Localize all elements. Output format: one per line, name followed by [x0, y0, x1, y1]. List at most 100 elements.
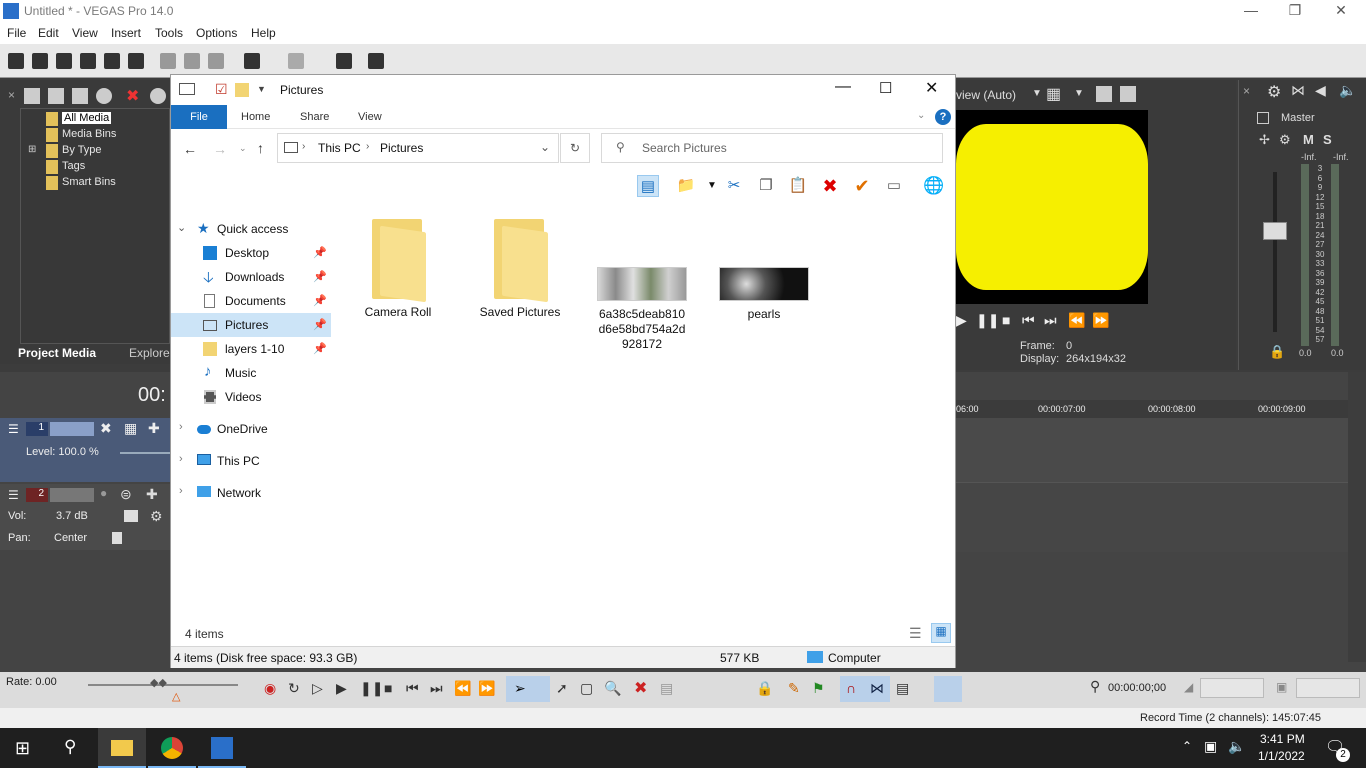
selection-start-field[interactable]: [1200, 678, 1264, 698]
region-icon[interactable]: ⚑: [812, 680, 825, 697]
menu-options[interactable]: Options: [196, 26, 237, 40]
gear-icon[interactable]: ⚙: [1279, 132, 1291, 148]
media-fx-icon[interactable]: [150, 88, 166, 104]
nav-downloads[interactable]: 🡣 Downloads 📌: [171, 265, 331, 289]
chevron-down-icon[interactable]: ▼: [701, 175, 723, 197]
nav-quick-access[interactable]: ⌄ ★ Quick access: [171, 217, 331, 241]
marker-icon[interactable]: ✎: [788, 680, 800, 697]
timecode-display[interactable]: 00:00:00;00: [1108, 682, 1166, 694]
loop-icon[interactable]: ↻: [288, 680, 300, 697]
arm-record-icon[interactable]: ●: [100, 486, 107, 500]
item-camera-roll[interactable]: Camera Roll: [343, 219, 453, 319]
track-menu-icon[interactable]: ☰: [8, 488, 19, 502]
taskbar-chrome[interactable]: [148, 728, 196, 768]
cut-icon[interactable]: ✂: [723, 175, 745, 197]
mute-speaker-icon[interactable]: 🔈: [1339, 82, 1356, 99]
stop-icon[interactable]: ■: [1002, 312, 1010, 328]
back-arrow-icon[interactable]: ←: [183, 141, 197, 157]
expand-icon[interactable]: ⊞: [28, 144, 36, 155]
preview-pane-icon[interactable]: ▤: [637, 175, 659, 197]
bypass-motion-blur-icon[interactable]: ✖: [100, 420, 112, 437]
restore-icon[interactable]: ❐: [1280, 2, 1310, 19]
expand-ribbon-icon[interactable]: ⌄: [917, 110, 925, 121]
tab-file[interactable]: File: [171, 105, 227, 129]
prev-frame-icon[interactable]: ⏮: [1022, 312, 1035, 329]
bin-tags[interactable]: Tags: [62, 160, 85, 172]
downmix-icon[interactable]: ⋈: [1291, 82, 1305, 99]
tab-view[interactable]: View: [358, 111, 382, 123]
next-frame-icon[interactable]: ⏭: [1044, 312, 1057, 329]
details-view-icon[interactable]: ☰: [909, 625, 922, 642]
pin-icon[interactable]: 📌: [313, 318, 327, 331]
envelope-tool-icon[interactable]: ➚: [556, 680, 568, 697]
taskbar-file-explorer[interactable]: [98, 728, 146, 768]
copy-snapshot-icon[interactable]: [1096, 86, 1112, 102]
render-icon[interactable]: [104, 53, 120, 69]
delete-icon[interactable]: ✖: [634, 678, 647, 698]
customize-toolbar-icon[interactable]: ▼: [257, 84, 266, 94]
close-icon[interactable]: ✕: [925, 78, 938, 98]
minimize-icon[interactable]: —: [1236, 2, 1266, 18]
prev-frame-icon[interactable]: ⏪: [454, 680, 471, 697]
folder-options-icon[interactable]: 📁: [675, 175, 697, 197]
trim-icon[interactable]: ▤: [660, 680, 673, 697]
mute-button[interactable]: M: [1303, 132, 1314, 147]
overlays-grid-icon[interactable]: ▦: [1046, 84, 1061, 104]
invert-phase-icon[interactable]: ⊜: [120, 486, 132, 503]
item-pearls[interactable]: pearls: [709, 267, 819, 321]
chevron-down-icon[interactable]: ▼: [1032, 88, 1042, 99]
rename-icon[interactable]: ▭: [883, 175, 905, 197]
clock-time[interactable]: 3:41 PM: [1260, 732, 1305, 746]
pin-icon[interactable]: 📌: [313, 246, 327, 259]
tab-share[interactable]: Share: [300, 111, 329, 123]
zoom-tool-icon[interactable]: 🔍: [604, 680, 621, 697]
pin-icon[interactable]: 📌: [313, 294, 327, 307]
remove-icon[interactable]: ✖: [126, 86, 139, 106]
forward-arrow-icon[interactable]: →: [213, 141, 227, 157]
open-icon[interactable]: [32, 53, 48, 69]
pause-icon[interactable]: ❚❚: [976, 312, 999, 329]
play-icon[interactable]: ▶: [956, 312, 967, 329]
track-motion-icon[interactable]: ▦: [124, 420, 137, 437]
nav-music[interactable]: ♪ Music: [171, 361, 331, 385]
address-bar[interactable]: › This PC › Pictures ⌄ ↻: [277, 133, 590, 163]
menu-edit[interactable]: Edit: [38, 26, 59, 40]
new-project-icon[interactable]: [8, 53, 24, 69]
get-media-icon[interactable]: [72, 88, 88, 104]
save-snapshot-icon[interactable]: [1120, 86, 1136, 102]
clock-date[interactable]: 1/1/2022: [1258, 749, 1305, 763]
tab-explorer[interactable]: Explorer: [129, 346, 174, 360]
track-name-field[interactable]: [50, 422, 94, 436]
globe-icon[interactable]: 🌐: [923, 175, 945, 197]
tab-home[interactable]: Home: [241, 111, 270, 123]
bin-media-bins[interactable]: Media Bins: [62, 128, 116, 140]
address-dropdown-icon[interactable]: ⌄: [540, 140, 550, 154]
refresh-button[interactable]: ↻: [560, 133, 590, 163]
expand-chevron-icon[interactable]: ›: [179, 485, 183, 497]
track-fx-icon[interactable]: ✚: [148, 420, 160, 437]
show-hidden-icons-icon[interactable]: ⌃: [1182, 739, 1192, 753]
minimize-icon[interactable]: —: [835, 78, 851, 96]
pause-icon[interactable]: ❚❚: [360, 680, 383, 697]
level-slider[interactable]: [120, 452, 170, 454]
save-icon[interactable]: [56, 53, 72, 69]
save-as-icon[interactable]: [80, 53, 96, 69]
undo-icon[interactable]: [244, 53, 260, 69]
stop-icon[interactable]: ■: [384, 680, 392, 696]
nav-onedrive[interactable]: › OneDrive: [171, 417, 331, 441]
bin-all-media[interactable]: All Media: [62, 112, 112, 124]
close-icon[interactable]: ✕: [1326, 2, 1356, 19]
vol-slider-handle[interactable]: [124, 510, 138, 522]
bin-smart-bins[interactable]: Smart Bins: [62, 176, 116, 188]
collapse-chevron-icon[interactable]: ⌄: [177, 221, 186, 234]
fast-forward-icon[interactable]: ⏩: [1092, 312, 1109, 329]
selection-tool-icon[interactable]: ▢: [580, 680, 593, 697]
fx-icon[interactable]: ✢: [1259, 132, 1270, 148]
lock-icon[interactable]: 🔒: [756, 680, 773, 697]
play-icon[interactable]: ▶: [336, 680, 347, 697]
paste-icon[interactable]: 📋: [787, 175, 809, 197]
nav-pictures[interactable]: Pictures 📌: [171, 313, 331, 337]
panel-close-icon[interactable]: ×: [8, 88, 15, 102]
lock-envelopes-button[interactable]: [934, 676, 962, 702]
nav-layers[interactable]: layers 1-10 📌: [171, 337, 331, 361]
